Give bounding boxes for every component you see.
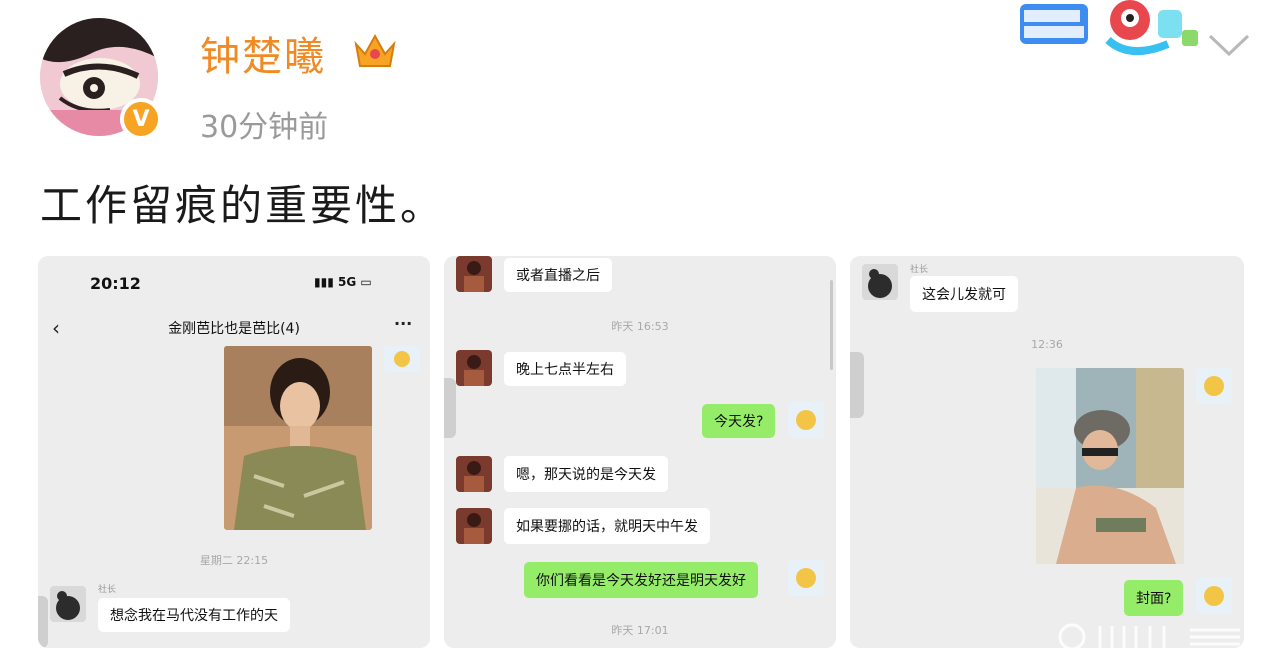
contact-avatar[interactable] [456, 456, 492, 492]
verified-badge-icon: V [120, 98, 162, 140]
screenshot-2[interactable]: 或者直播之后 昨天 16:53 晚上七点半左右 今天发? 嗯，那天说的是今天发 … [444, 256, 836, 648]
own-avatar[interactable] [384, 346, 420, 372]
own-message-bubble: 你们看看是今天发好还是明天发好 [524, 562, 758, 598]
battery-icon: ▭ [360, 275, 372, 289]
contact-nickname: 社长 [98, 585, 117, 595]
verified-mark: V [132, 106, 150, 132]
message-bubble: 嗯，那天说的是今天发 [504, 456, 668, 492]
screenshot-1[interactable]: 20:12 ▮▮▮ 5G ▭ ‹ 金刚芭比也是芭比(4) ··· 星期二 22:… [38, 256, 430, 648]
chat-timestamp: 昨天 16:53 [611, 320, 669, 333]
chat-timestamp: 12:36 [1031, 338, 1063, 351]
own-avatar[interactable] [1196, 368, 1232, 404]
chat-timestamp: 昨天 17:01 [611, 624, 669, 637]
more-icon[interactable]: ··· [394, 314, 412, 333]
chat-title: 金刚芭比也是芭比(4) [168, 321, 300, 337]
event-badge-icon [1018, 0, 1204, 60]
own-avatar[interactable] [1196, 578, 1232, 614]
signal-bars-icon: ▮▮▮ [314, 275, 334, 289]
sent-photo[interactable] [1036, 368, 1184, 564]
contact-avatar[interactable] [50, 586, 86, 622]
status-time: 20:12 [90, 274, 141, 293]
watermark-icon [1000, 620, 1250, 654]
screenshot-3[interactable]: 社长 这会儿发就可 12:36 封面? [850, 256, 1244, 648]
crown-icon [352, 28, 398, 74]
message-bubble: 如果要挪的话，就明天中午发 [504, 508, 710, 544]
message-bubble: 晚上七点半左右 [504, 352, 626, 386]
chevron-down-icon[interactable] [1206, 30, 1252, 60]
contact-avatar[interactable] [456, 350, 492, 386]
side-handle[interactable] [850, 352, 864, 418]
post-text: 工作留痕的重要性。 [40, 181, 446, 230]
post-time: 30分钟前 [200, 110, 329, 145]
contact-avatar[interactable] [862, 264, 898, 300]
own-message-bubble: 封面? [1124, 580, 1184, 616]
own-message-bubble: 今天发? [702, 404, 776, 438]
username[interactable]: 钟楚曦 [200, 24, 326, 82]
own-avatar[interactable] [788, 560, 824, 596]
sent-photo[interactable] [224, 346, 372, 530]
message-bubble: 想念我在马代没有工作的天 [98, 598, 290, 632]
side-handle[interactable] [444, 378, 456, 438]
message-bubble: 或者直播之后 [504, 258, 612, 292]
chat-timestamp: 星期二 22:15 [199, 554, 269, 567]
contact-avatar[interactable] [456, 508, 492, 544]
message-bubble: 这会儿发就可 [910, 276, 1018, 312]
contact-avatar[interactable] [456, 256, 492, 292]
status-signal: ▮▮▮ 5G ▭ [314, 275, 372, 289]
side-handle[interactable] [38, 596, 48, 648]
contact-nickname: 社长 [910, 265, 929, 275]
own-avatar[interactable] [788, 402, 824, 438]
network-label: 5G [338, 275, 357, 289]
